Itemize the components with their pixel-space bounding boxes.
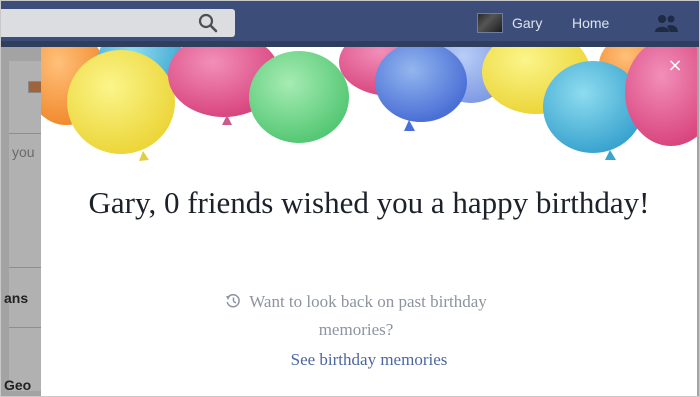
close-icon[interactable]: ×: [666, 57, 684, 75]
memories-prompt-text: Want to look back on past birthday memor…: [249, 292, 487, 339]
avatar[interactable]: [477, 13, 503, 33]
nav-home-link[interactable]: Home: [572, 15, 609, 31]
see-birthday-memories-link[interactable]: See birthday memories: [41, 350, 697, 370]
friends-icon[interactable]: [652, 13, 680, 33]
background-thumbnail: [28, 81, 42, 93]
birthday-headline: Gary, 0 friends wished you a happy birth…: [88, 185, 650, 220]
background-text-snippet: ans: [4, 290, 29, 306]
birthday-dialog: × Gary, 0 friends wished you a happy bir…: [41, 47, 697, 396]
memories-prompt: Want to look back on past birthday memor…: [191, 288, 521, 344]
search-icon[interactable]: [197, 12, 219, 34]
nav-profile-name[interactable]: Gary: [512, 15, 542, 31]
background-text-snippet: Geo: [4, 377, 32, 393]
clock-history-icon: [226, 293, 241, 308]
screenshot-frame: Gary Home you ans Geo × Gary, 0 friends …: [0, 0, 700, 397]
background-text-snippet: you: [12, 144, 35, 160]
balloons-banner: [41, 47, 697, 161]
